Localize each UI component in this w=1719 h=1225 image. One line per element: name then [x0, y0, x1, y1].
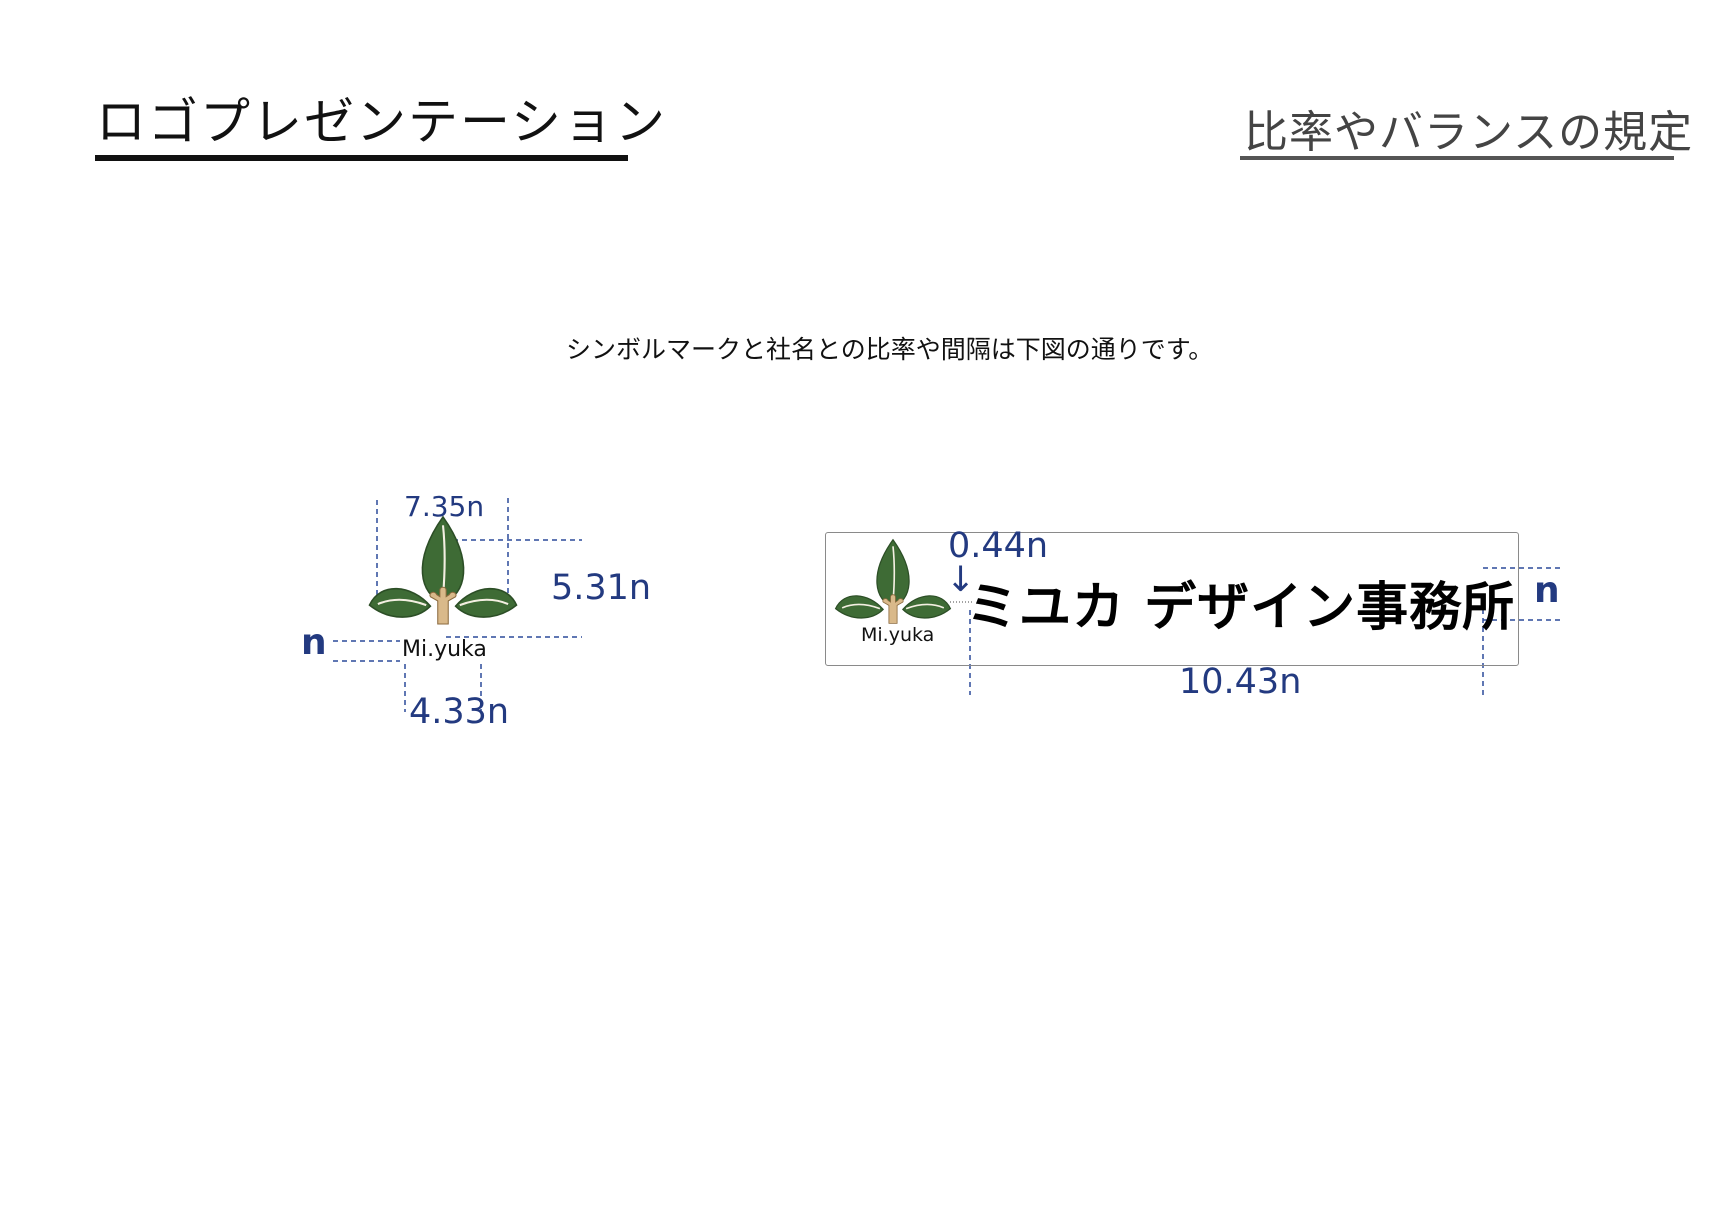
dim-label-height: 5.31n [551, 568, 652, 608]
brand-text: Mi.yuka [402, 637, 487, 662]
symbol-mark-left [368, 515, 518, 625]
company-name: ミユカ デザイン事務所 [966, 578, 1516, 638]
brand-text-small: Mi.yuka [861, 624, 935, 646]
dim-label-name-width: 10.43n [1179, 662, 1302, 702]
trunk-icon [429, 586, 457, 625]
dim-label-n: n [301, 622, 327, 663]
dim-label-text-width: 4.33n [409, 692, 510, 732]
dim-label-name-height: n [1534, 570, 1560, 611]
dim-label-width: 7.35n [404, 490, 485, 523]
